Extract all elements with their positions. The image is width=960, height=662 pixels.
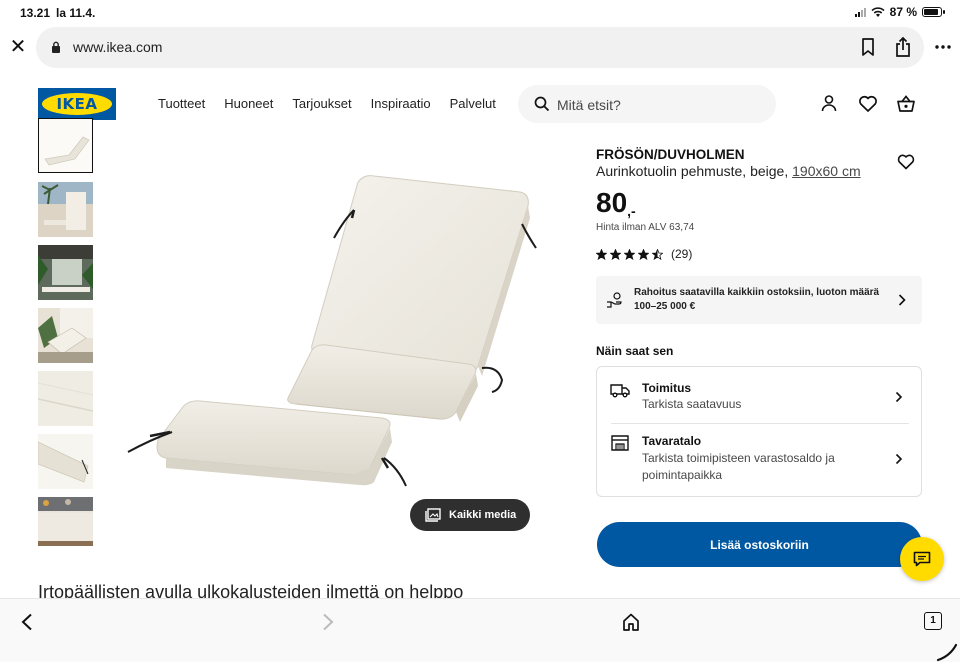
thumbnail-1[interactable] [38, 118, 93, 173]
search-input[interactable]: Mitä etsit? [518, 85, 776, 123]
nav-item-inspiration[interactable]: Inspiraatio [371, 96, 431, 111]
price-without-vat: Hinta ilman ALV 63,74 [596, 222, 695, 233]
star-icon [638, 249, 649, 260]
financing-text: Rahoitus saatavilla kaikkiin ostoksiin, … [634, 287, 880, 312]
nav-item-rooms[interactable]: Huoneet [224, 96, 273, 111]
all-media-button[interactable]: Kaikki media [410, 499, 530, 531]
price-value: 80 [596, 187, 628, 218]
tabs-button[interactable]: 1 [924, 612, 942, 630]
thumbnail-3[interactable] [38, 245, 93, 300]
delivery-subtitle: Tarkista saatavuus [642, 397, 742, 411]
all-media-label: Kaikki media [449, 509, 517, 521]
close-icon[interactable]: ✕ [8, 37, 28, 57]
truck-icon [610, 384, 630, 398]
financing-banner[interactable]: Rahoitus saatavilla kaikkiin ostoksiin, … [596, 276, 922, 324]
thumbnail-2[interactable] [38, 182, 93, 237]
review-count[interactable]: (29) [671, 247, 692, 261]
chevron-right-icon [895, 453, 903, 465]
search-icon [534, 96, 550, 112]
shopping-basket-icon[interactable] [896, 94, 916, 114]
home-icon[interactable] [621, 612, 641, 632]
bookmark-icon[interactable] [859, 37, 877, 57]
wifi-icon [871, 6, 885, 17]
delivery-option[interactable]: Toimitus Tarkista saatavuus [597, 367, 921, 423]
thumbnail-image [38, 497, 93, 546]
gallery-icon [425, 508, 441, 522]
add-to-cart-button[interactable]: Lisää ostoskoriin [597, 522, 922, 567]
thumbnail-image [38, 245, 93, 300]
product-description: Aurinkotuolin pehmuste, beige, 190x60 cm [596, 163, 861, 179]
store-title: Tavaratalo [642, 434, 702, 448]
more-options-icon[interactable] [934, 44, 952, 50]
thumbnail-4[interactable] [38, 308, 93, 363]
address-bar[interactable]: www.ikea.com [36, 27, 924, 68]
main-nav: Tuotteet Huoneet Tarjoukset Inspiraatio … [158, 96, 496, 111]
battery-icon [922, 7, 945, 17]
store-option[interactable]: Tavaratalo Tarkista toimipisteen varasto… [597, 424, 921, 496]
status-time: 13.21 [20, 6, 51, 20]
star-icon [652, 249, 663, 260]
star-icon [610, 249, 621, 260]
logo-oval: IKEA [42, 93, 112, 115]
nav-item-services[interactable]: Palvelut [450, 96, 496, 111]
fulfilment-options: Toimitus Tarkista saatavuus Tavaratalo T… [596, 366, 922, 497]
thumbnail-image [39, 119, 92, 172]
status-date: la 11.4. [56, 6, 96, 20]
back-icon[interactable] [20, 613, 34, 631]
price-suffix: ,- [627, 203, 636, 219]
store-subtitle: Tarkista toimipisteen varastosaldo ja po… [642, 451, 835, 482]
battery-fill [924, 9, 938, 15]
thumbnail-image [38, 182, 93, 237]
thumbnail-7[interactable] [38, 497, 93, 546]
search-placeholder: Mitä etsit? [557, 97, 621, 113]
product-main-image[interactable] [120, 140, 550, 490]
battery-percent: 87 % [889, 5, 917, 19]
product-price: 80,- [596, 187, 636, 219]
thumbnail-image [38, 434, 93, 489]
chevron-right-icon [898, 294, 906, 306]
share-icon[interactable] [893, 36, 913, 58]
favourite-heart-icon[interactable] [897, 154, 915, 170]
forward-icon[interactable] [321, 613, 335, 631]
status-bar: 13.21 la 11.4. 87 % [0, 0, 960, 26]
product-name: FRÖSÖN/DUVHOLMEN [596, 147, 745, 162]
logo-text: IKEA [56, 95, 98, 113]
thumbnail-5[interactable] [38, 371, 93, 426]
delivery-title: Toimitus [642, 381, 692, 395]
url-text: www.ikea.com [73, 39, 163, 55]
rating-stars[interactable] [596, 249, 663, 260]
fulfilment-heading: Näin saat sen [596, 344, 674, 358]
nav-item-products[interactable]: Tuotteet [158, 96, 205, 111]
heart-icon[interactable] [858, 95, 878, 113]
star-icon [596, 249, 607, 260]
home-indicator-icon [936, 643, 958, 662]
status-indicators: 87 % [854, 5, 945, 19]
lock-icon [52, 41, 60, 53]
product-description-text: Aurinkotuolin pehmuste, beige, [596, 163, 789, 179]
thumbnail-image [38, 371, 93, 426]
browser-toolbar: 1 [0, 598, 960, 662]
star-icon [624, 249, 635, 260]
chat-button[interactable] [900, 537, 944, 581]
chevron-right-icon [895, 391, 903, 403]
thumbnail-image [38, 308, 93, 363]
chat-icon [913, 551, 931, 567]
store-icon [611, 435, 629, 451]
financing-hand-icon [607, 292, 622, 308]
user-icon[interactable] [820, 94, 838, 112]
thumbnail-6[interactable] [38, 434, 93, 489]
nav-item-offers[interactable]: Tarjoukset [292, 96, 351, 111]
product-size-link[interactable]: 190x60 cm [792, 163, 860, 179]
ikea-logo[interactable]: IKEA [38, 88, 116, 120]
cellular-signal-icon [854, 7, 866, 17]
